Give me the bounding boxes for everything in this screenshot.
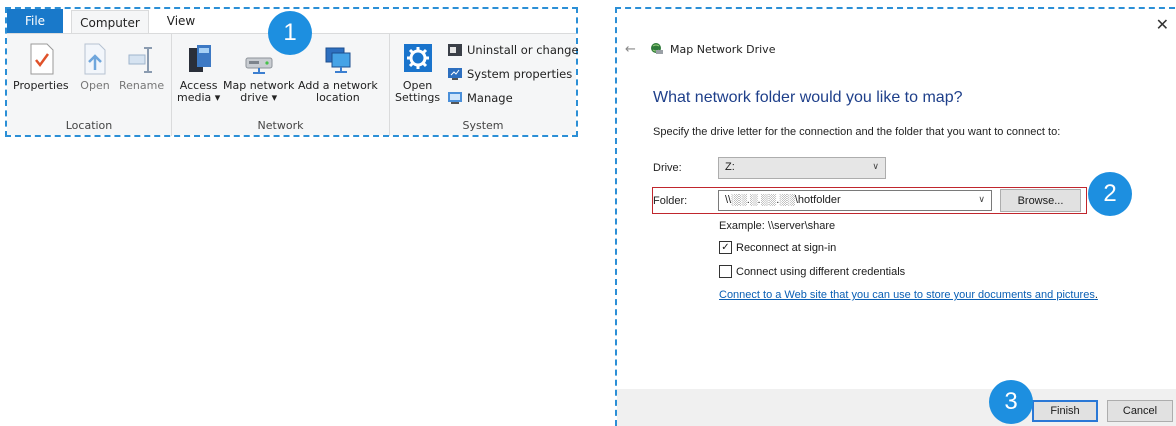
link-suffix: . xyxy=(1094,289,1098,301)
drive-value: Z: xyxy=(725,161,735,173)
network-drive-icon xyxy=(245,57,273,74)
credentials-label: Connect using different credentials xyxy=(736,265,906,278)
open-settings-button[interactable]: Open Settings xyxy=(395,42,440,104)
computer-management-icon xyxy=(448,92,462,104)
system-properties-button[interactable]: System properties xyxy=(447,66,572,82)
credentials-checkbox-row[interactable]: Connect using different credentials xyxy=(719,265,905,278)
manage-label: Manage xyxy=(467,91,513,105)
access-media-label-2: media ▾ xyxy=(177,91,221,104)
rename-icon xyxy=(128,47,152,73)
step-callout-3: 3 xyxy=(989,380,1033,424)
properties-button[interactable]: Properties xyxy=(13,42,69,92)
tab-computer[interactable]: Computer xyxy=(71,10,149,34)
uninstall-or-change-label: Uninstall or change xyxy=(467,43,579,57)
access-media-button[interactable]: Access media ▾ xyxy=(177,42,220,104)
map-network-drive-label-2: drive ▾ xyxy=(240,91,278,104)
dialog-title: Map Network Drive xyxy=(670,42,776,56)
group-label-location: Location xyxy=(65,119,113,132)
group-system: Open Settings Uninstall or change System… xyxy=(390,34,579,136)
finish-button[interactable]: Finish xyxy=(1032,400,1098,422)
cancel-button[interactable]: Cancel xyxy=(1107,400,1173,422)
group-label-system: System xyxy=(462,119,504,132)
chevron-down-icon: ∨ xyxy=(872,161,879,171)
settings-gear-icon xyxy=(403,44,432,72)
reconnect-label: Reconnect at sign-in xyxy=(736,241,837,254)
step-callout-1: 1 xyxy=(268,11,312,55)
drive-select[interactable]: Z: ∨ xyxy=(718,157,886,179)
drive-label: Drive: xyxy=(653,162,682,174)
close-icon[interactable]: ✕ xyxy=(1156,15,1169,34)
reconnect-checkbox-row[interactable]: ✓ Reconnect at sign-in xyxy=(719,241,836,254)
properties-icon xyxy=(30,43,54,75)
credentials-checkbox[interactable] xyxy=(719,265,732,278)
web-site-link[interactable]: Connect to a Web site that you can use t… xyxy=(719,289,1095,301)
back-arrow-icon[interactable]: ← xyxy=(625,42,636,57)
group-location: Properties Open Rename Location xyxy=(7,34,172,136)
group-label-network: Network xyxy=(257,119,304,132)
system-properties-icon xyxy=(448,68,462,80)
rename-label: Rename xyxy=(119,79,165,92)
browse-button[interactable]: Browse... xyxy=(1000,189,1081,212)
network-location-icon xyxy=(325,47,351,73)
open-icon xyxy=(84,43,106,75)
rename-button[interactable]: Rename xyxy=(119,42,164,92)
add-network-location-button[interactable]: Add a network location xyxy=(298,42,378,104)
dialog-title-row: Map Network Drive xyxy=(650,42,775,56)
reconnect-checkbox[interactable]: ✓ xyxy=(719,241,732,254)
folder-input[interactable]: \\░░.░.░░.░░\hotfolder ∨ xyxy=(718,190,992,211)
chevron-down-icon[interactable]: ∨ xyxy=(978,194,985,205)
folder-value: \\░░.░.░░.░░\hotfolder xyxy=(725,194,841,206)
dialog-footer: Finish Cancel xyxy=(617,389,1176,426)
add-network-location-label-2: location xyxy=(316,91,360,104)
folder-label: Folder: xyxy=(653,195,688,207)
uninstall-or-change-button[interactable]: Uninstall or change xyxy=(447,42,579,58)
media-server-icon xyxy=(188,45,211,72)
open-button[interactable]: Open xyxy=(79,42,111,92)
web-site-link-row: Connect to a Web site that you can use t… xyxy=(719,289,1098,301)
example-text: Example: \\server\share xyxy=(719,220,836,232)
tab-file[interactable]: File xyxy=(7,9,63,33)
uninstall-icon xyxy=(448,44,462,56)
open-settings-label-2: Settings xyxy=(395,91,441,104)
system-properties-label: System properties xyxy=(467,67,573,81)
tab-view[interactable]: View xyxy=(157,9,205,33)
dialog-instruction: Specify the drive letter for the connect… xyxy=(653,126,1061,138)
open-label: Open xyxy=(80,79,110,92)
properties-label: Properties xyxy=(13,79,69,92)
map-drive-icon xyxy=(651,43,663,54)
manage-button[interactable]: Manage xyxy=(447,90,513,106)
step-callout-2: 2 xyxy=(1088,172,1132,216)
map-network-drive-dialog: ✕ ← Map Network Drive What network folde… xyxy=(615,7,1176,426)
dialog-heading: What network folder would you like to ma… xyxy=(653,89,963,106)
